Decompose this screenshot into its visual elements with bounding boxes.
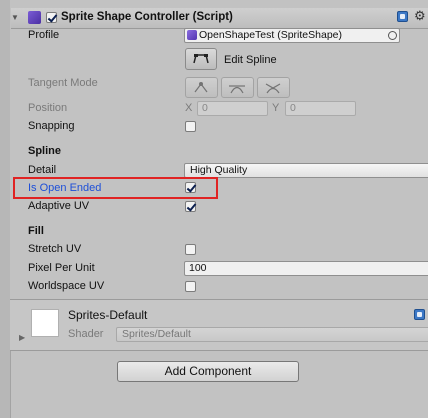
profile-object-field[interactable]: OpenShapeTest (SpriteShape) (184, 28, 400, 43)
sprite-shape-icon (187, 30, 197, 40)
help-book-icon[interactable] (397, 11, 408, 22)
add-component-button[interactable]: Add Component (117, 361, 299, 382)
tangent-broken-button[interactable] (257, 77, 290, 98)
material-name: Sprites-Default (68, 308, 148, 322)
spline-section-title: Spline (28, 145, 62, 157)
stretch-uv-label: Stretch UV (28, 243, 82, 255)
tangent-linear-button[interactable] (185, 77, 218, 98)
tangent-continuous-icon (229, 85, 245, 94)
settings-gear-icon[interactable]: ⚙ (414, 8, 426, 24)
edit-spline-label: Edit Spline (224, 54, 277, 66)
shader-label: Shader (68, 328, 104, 340)
tangent-broken-icon (265, 83, 281, 94)
worldspace-uv-checkbox[interactable] (185, 281, 196, 292)
position-y-field[interactable]: 0 (285, 101, 356, 116)
tangent-mode-label: Tangent Mode (28, 77, 98, 89)
position-x-field[interactable]: 0 (197, 101, 268, 116)
position-y-label: Y (272, 102, 280, 114)
worldspace-uv-label: Worldspace UV (28, 280, 105, 292)
stretch-uv-checkbox[interactable] (185, 244, 196, 255)
material-help-icon[interactable] (414, 309, 425, 320)
pixel-per-unit-label: Pixel Per Unit (28, 262, 95, 274)
detail-dropdown[interactable]: High Quality (184, 163, 428, 178)
material-preview (31, 309, 59, 337)
position-x-label: X (185, 102, 193, 114)
position-label: Position (28, 102, 68, 114)
tangent-continuous-button[interactable] (221, 77, 254, 98)
material-foldout-icon[interactable]: ▶ (19, 333, 25, 342)
is-open-ended-checkbox[interactable] (185, 182, 196, 193)
profile-label: Profile (28, 29, 60, 41)
snapping-label: Snapping (28, 120, 75, 132)
component-enabled-checkbox[interactable] (46, 12, 57, 23)
edit-spline-button[interactable] (185, 48, 217, 70)
is-open-ended-label: Is Open Ended (28, 182, 102, 194)
material-divider (10, 350, 428, 351)
snapping-checkbox[interactable] (185, 121, 196, 132)
object-picker-icon[interactable] (388, 31, 397, 40)
pixel-per-unit-field[interactable]: 100 (184, 261, 428, 276)
adaptive-uv-label: Adaptive UV (28, 200, 90, 212)
fill-section-title: Fill (28, 225, 44, 237)
edit-spline-icon (193, 54, 209, 64)
shader-dropdown[interactable]: Sprites/Default (116, 327, 428, 342)
foldout-arrow-icon[interactable]: ▼ (11, 13, 19, 22)
adaptive-uv-checkbox[interactable] (185, 201, 196, 212)
component-title: Sprite Shape Controller (Script) (61, 11, 233, 23)
inspector-panel (10, 0, 428, 300)
script-component-icon (28, 11, 41, 24)
tangent-linear-icon (194, 82, 208, 93)
detail-label: Detail (28, 164, 57, 176)
